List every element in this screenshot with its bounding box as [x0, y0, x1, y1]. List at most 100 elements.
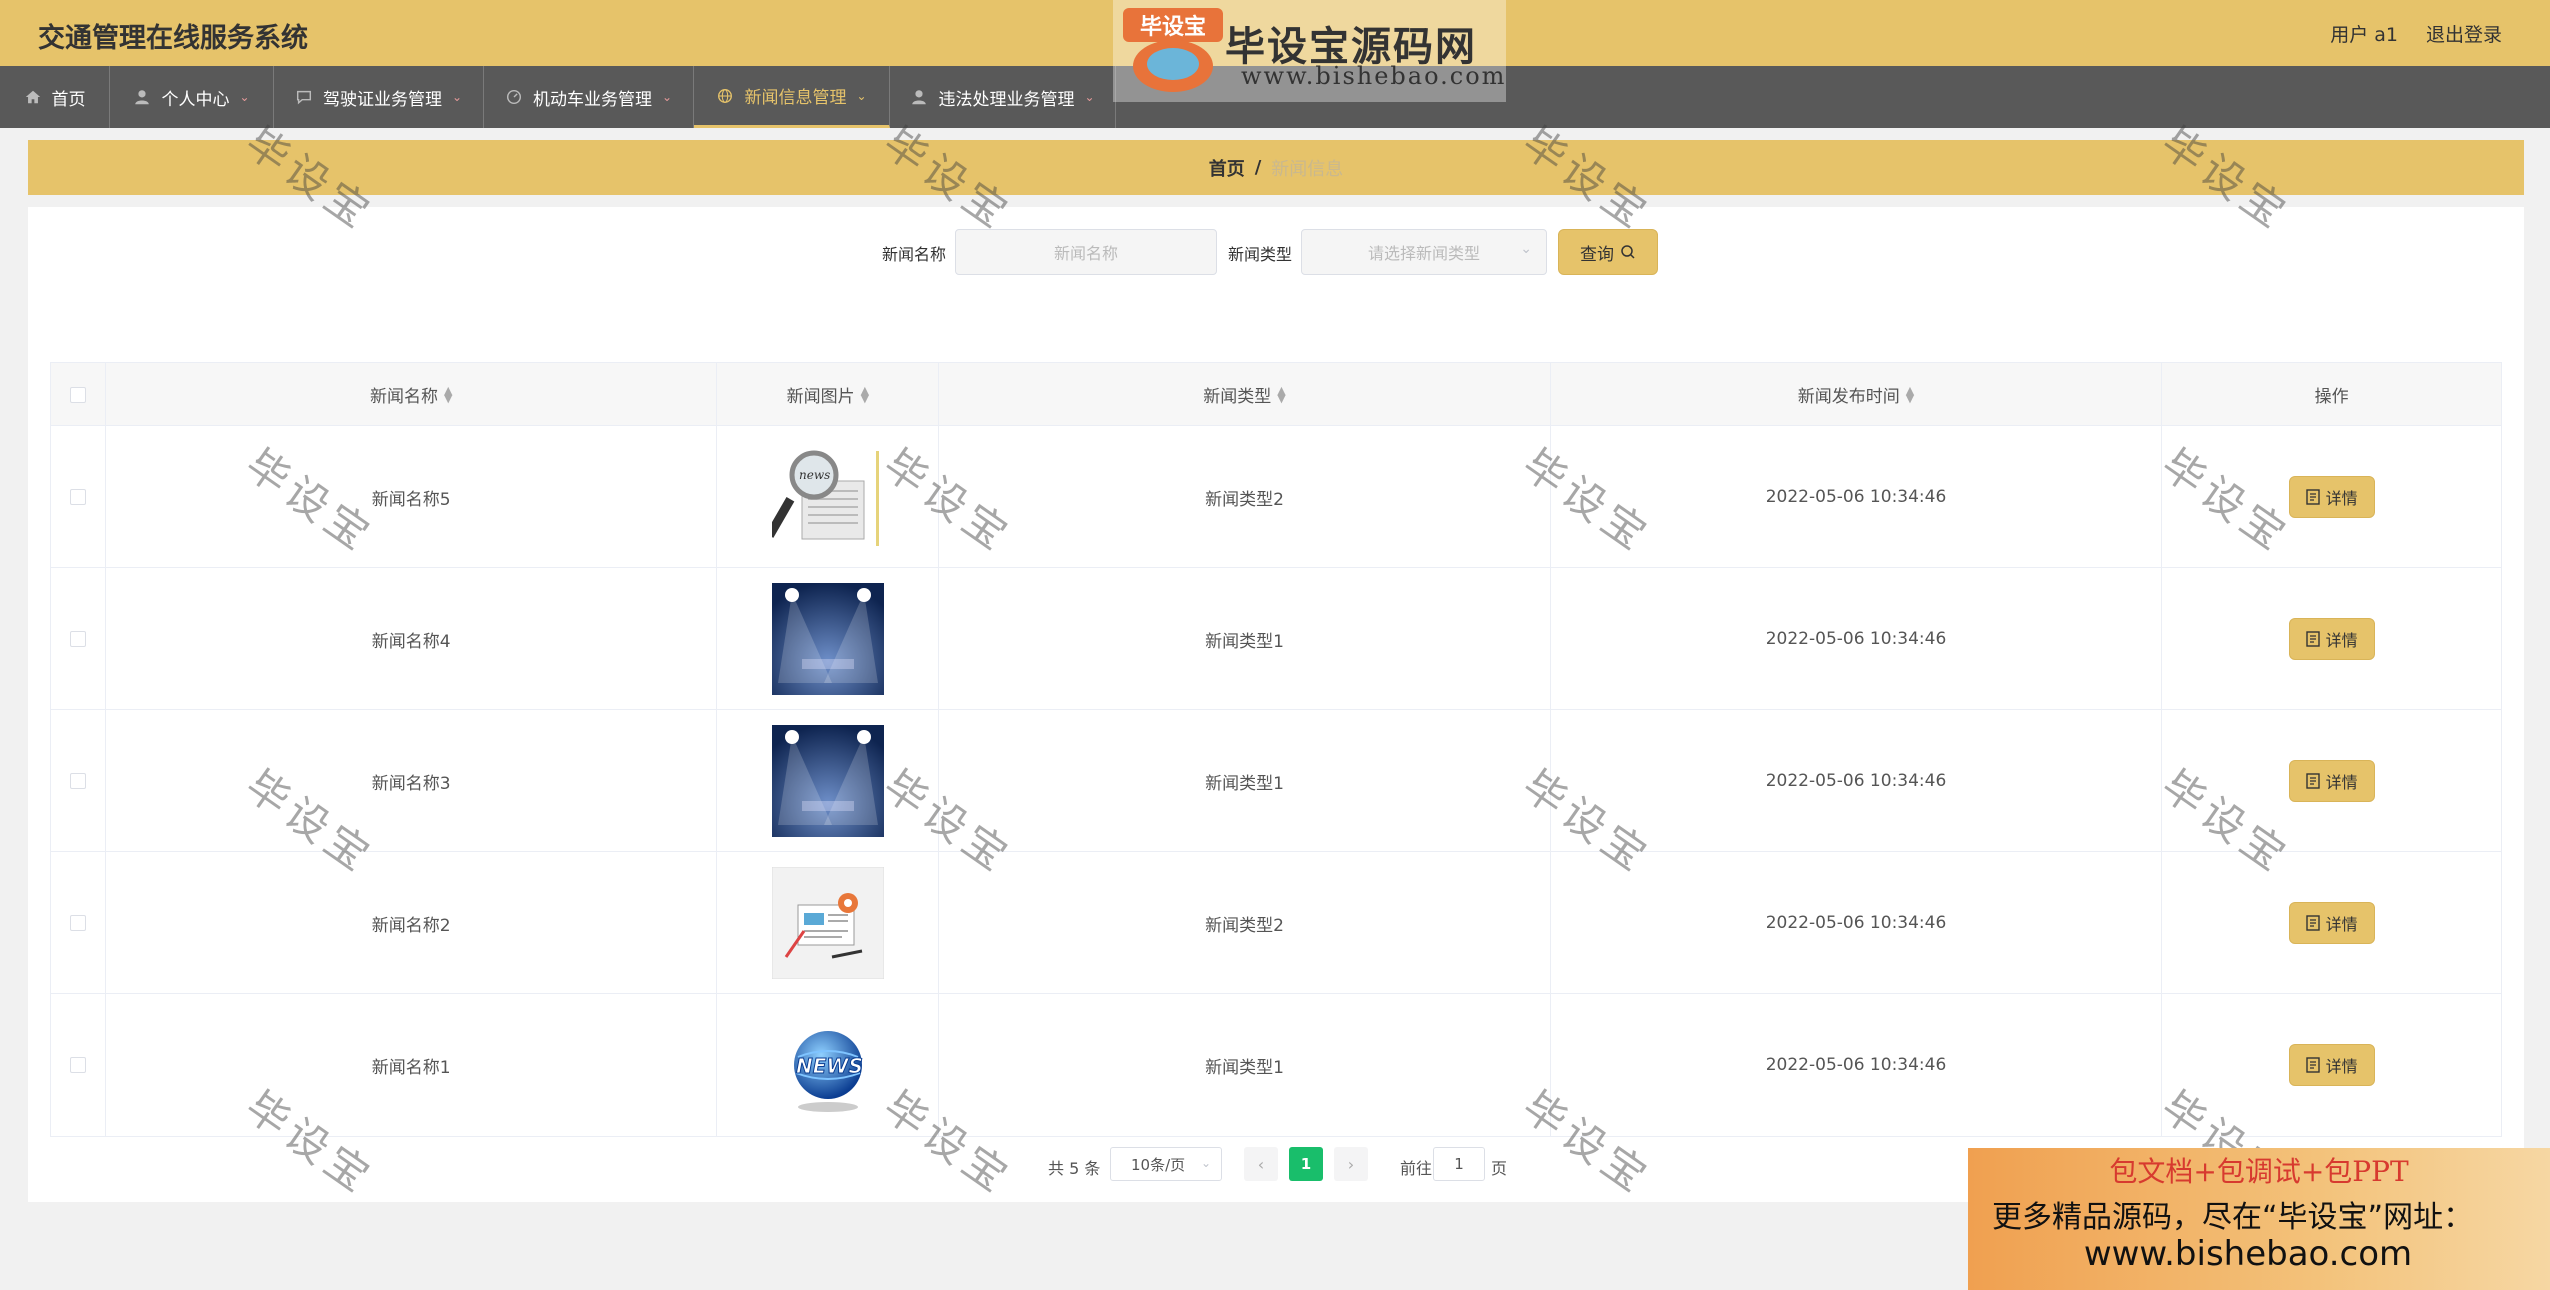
logout-button[interactable]: 退出登录 — [2426, 20, 2502, 47]
publish-time-cell: 2022-05-06 10:34:46 — [1551, 710, 2163, 852]
breadcrumb: 首页 / 新闻信息 — [28, 140, 2524, 195]
header-publish-time[interactable]: 新闻发布时间 ▲ ▼ — [1551, 363, 2163, 426]
header-actions: 操作 — [2162, 363, 2501, 426]
news-type-placeholder: 请选择新闻类型 — [1367, 244, 1480, 263]
news-type-select[interactable]: 请选择新闻类型 ⌄ — [1301, 229, 1547, 275]
row-checkbox[interactable] — [69, 915, 86, 931]
search-icon — [1621, 245, 1635, 259]
detail-button[interactable]: 详情 — [2288, 902, 2375, 944]
page-size-select[interactable]: 10条/页 ⌄ — [1110, 1147, 1222, 1181]
actions-cell: 详情 — [2162, 710, 2501, 852]
nav-item-personal-center[interactable]: 个人中心 ⌄ — [110, 66, 274, 128]
page-size-value: 10条/页 — [1131, 1155, 1186, 1174]
watermark-logo: 毕设宝 毕设宝源码网 www.bishebao.com — [1113, 0, 1506, 102]
sort-icon[interactable]: ▲ ▼ — [1277, 385, 1285, 404]
chevron-down-icon: ⌄ — [239, 90, 250, 104]
dashboard-icon — [506, 89, 521, 105]
query-button[interactable]: 查询 — [1558, 229, 1658, 275]
detail-button[interactable]: 详情 — [2288, 476, 2375, 518]
message-icon — [296, 90, 311, 105]
globe-icon — [718, 88, 733, 103]
promo-line-3: www.bishebao.com — [2083, 1234, 2413, 1274]
row-select-cell — [51, 568, 106, 710]
news-name-cell: 新闻名称3 — [106, 710, 718, 852]
actions-cell: 详情 — [2162, 994, 2501, 1136]
nav-item-license-management[interactable]: 驾驶证业务管理 ⌄ — [274, 66, 484, 128]
detail-button-label: 详情 — [2325, 773, 2358, 792]
nav-item-news-management[interactable]: 新闻信息管理 ⌄ — [694, 66, 890, 128]
news-name-input[interactable]: 新闻名称 — [955, 229, 1217, 275]
logo-url: www.bishebao.com — [1241, 62, 1507, 90]
chevron-left-icon: ‹ — [1257, 1154, 1265, 1174]
user-label[interactable]: 用户 a1 — [2330, 20, 2398, 47]
news-image-cell: news — [717, 426, 940, 568]
actions-cell: 详情 — [2162, 568, 2501, 710]
select-all-checkbox[interactable] — [69, 386, 86, 403]
promo-line-2: 更多精品源码，尽在“毕设宝”网址： — [1992, 1200, 2474, 1235]
news-thumbnail[interactable] — [771, 867, 884, 979]
page-number-button[interactable]: 1 — [1289, 1147, 1323, 1181]
sort-icon[interactable]: ▲ ▼ — [861, 385, 869, 404]
breadcrumb-separator: / — [1254, 157, 1262, 178]
goto-label: 前往 — [1400, 1159, 1433, 1178]
news-table: 新闻名称 ▲ ▼ 新闻图片 ▲ ▼ 新闻类型 ▲ ▼ 新闻发布时间 ▲ ▼ 操作 新闻名称5 n… — [50, 362, 2502, 1137]
detail-button-label: 详情 — [2325, 631, 2358, 650]
pagination-total: 共 5 条 — [1048, 1159, 1101, 1178]
detail-button-label: 详情 — [2325, 1057, 2358, 1076]
header-news-image[interactable]: 新闻图片 ▲ ▼ — [717, 363, 940, 426]
app-title: 交通管理在线服务系统 — [38, 23, 308, 54]
chevron-down-icon: ⌄ — [856, 88, 867, 103]
news-name-cell: 新闻名称1 — [106, 994, 718, 1136]
nav-label: 新闻信息管理 — [744, 88, 847, 108]
chevron-down-icon: ⌄ — [451, 90, 463, 104]
sort-icon[interactable]: ▲ ▼ — [1906, 385, 1914, 404]
header-news-name[interactable]: 新闻名称 ▲ ▼ — [106, 363, 718, 426]
prev-page-button[interactable]: ‹ — [1244, 1147, 1278, 1181]
content-panel: 新闻名称 新闻名称 新闻类型 请选择新闻类型 ⌄ 查询 新闻名称 ▲ ▼ 新闻图片 ▲… — [28, 207, 2524, 1202]
detail-button[interactable]: 详情 — [2288, 1044, 2375, 1086]
search-form: 新闻名称 新闻名称 新闻类型 请选择新闻类型 ⌄ 查询 — [28, 229, 2524, 275]
news-type-cell: 新闻类型1 — [939, 994, 1551, 1136]
chevron-down-icon: ⌄ — [1200, 1156, 1211, 1170]
promo-line-1: 包文档+包调试+包PPT — [2109, 1155, 2409, 1188]
publish-time-cell: 2022-05-06 10:34:46 — [1551, 994, 2163, 1136]
row-select-cell — [51, 426, 106, 568]
news-thumbnail[interactable]: news — [771, 441, 884, 553]
news-name-cell: 新闻名称5 — [106, 426, 718, 568]
header-label: 新闻图片 — [786, 387, 855, 407]
nav-item-home[interactable]: 首页 — [0, 66, 110, 128]
next-page-button[interactable]: › — [1334, 1147, 1368, 1181]
chevron-down-icon: ⌄ — [661, 90, 673, 104]
breadcrumb-home[interactable]: 首页 — [1209, 155, 1245, 181]
row-select-cell — [51, 710, 106, 852]
sort-icon[interactable]: ▲ ▼ — [444, 385, 452, 404]
news-thumbnail[interactable]: NEWS — [771, 1009, 884, 1121]
news-name-cell: 新闻名称2 — [106, 852, 718, 994]
nav-item-violation-management[interactable]: 违法处理业务管理 ⌄ — [890, 66, 1116, 128]
table-row: 新闻名称1 NEWS 新闻类型1 2022-05-06 10:34:46 详情 — [51, 994, 2501, 1136]
chevron-down-icon: ⌄ — [1520, 241, 1532, 257]
news-thumbnail[interactable] — [771, 583, 884, 695]
news-type-cell: 新闻类型2 — [939, 852, 1551, 994]
logo-badge-icon: 毕设宝 — [1123, 8, 1223, 92]
svg-text:news: news — [799, 468, 830, 482]
nav-label: 违法处理业务管理 — [938, 89, 1075, 110]
news-image-cell — [717, 710, 940, 852]
goto-page-input[interactable]: 1 — [1433, 1147, 1485, 1181]
breadcrumb-current: 新闻信息 — [1271, 158, 1344, 180]
nav-label: 驾驶证业务管理 — [322, 89, 442, 110]
row-checkbox[interactable] — [69, 773, 86, 789]
header-news-type[interactable]: 新闻类型 ▲ ▼ — [939, 363, 1551, 426]
document-icon — [2305, 631, 2320, 647]
nav-item-vehicle-management[interactable]: 机动车业务管理 ⌄ — [484, 66, 694, 128]
row-checkbox[interactable] — [69, 489, 86, 505]
table-row: 新闻名称2 新闻类型2 2022-05-06 10:34:46 详情 — [51, 852, 2501, 994]
row-checkbox[interactable] — [69, 631, 86, 647]
chevron-down-icon: ⌄ — [1084, 90, 1095, 104]
row-checkbox[interactable] — [69, 1057, 86, 1073]
nav-label: 首页 — [51, 89, 86, 110]
header-label: 新闻名称 — [369, 387, 438, 407]
detail-button[interactable]: 详情 — [2288, 618, 2375, 660]
news-thumbnail[interactable] — [771, 725, 884, 837]
detail-button[interactable]: 详情 — [2288, 760, 2375, 802]
